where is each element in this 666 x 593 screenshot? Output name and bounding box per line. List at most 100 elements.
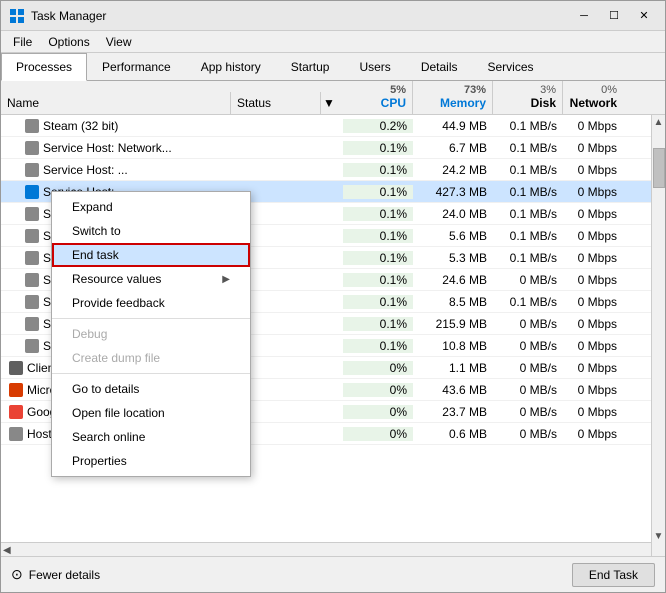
row-cpu: 0.1% bbox=[343, 207, 413, 221]
scrollbar-thumb[interactable] bbox=[653, 148, 665, 188]
row-network: 0 Mbps bbox=[563, 383, 623, 397]
row-disk: 0.1 MB/s bbox=[493, 185, 563, 199]
ctx-item-resource-values[interactable]: Resource values▶ bbox=[52, 267, 250, 291]
table-row[interactable]: Service Host: ... 0.1% 24.2 MB 0.1 MB/s … bbox=[1, 159, 665, 181]
ctx-item-open-file-location[interactable]: Open file location bbox=[52, 401, 250, 425]
row-memory: 23.7 MB bbox=[413, 405, 493, 419]
row-disk: 0.1 MB/s bbox=[493, 141, 563, 155]
table-row[interactable]: Steam (32 bit) 0.2% 44.9 MB 0.1 MB/s 0 M… bbox=[1, 115, 665, 137]
tab-app-history[interactable]: App history bbox=[186, 53, 276, 81]
row-cpu: 0% bbox=[343, 427, 413, 441]
col-header-memory[interactable]: 73% Memory bbox=[413, 81, 493, 114]
row-network: 0 Mbps bbox=[563, 317, 623, 331]
ctx-item-properties[interactable]: Properties bbox=[52, 449, 250, 473]
row-disk: 0.1 MB/s bbox=[493, 251, 563, 265]
row-memory: 427.3 MB bbox=[413, 185, 493, 199]
row-disk: 0.1 MB/s bbox=[493, 207, 563, 221]
row-memory: 10.8 MB bbox=[413, 339, 493, 353]
tab-processes[interactable]: Processes bbox=[1, 53, 87, 81]
close-button[interactable]: ✕ bbox=[631, 6, 657, 26]
table-row[interactable]: Service Host: Network... 0.1% 6.7 MB 0.1… bbox=[1, 137, 665, 159]
row-memory: 24.0 MB bbox=[413, 207, 493, 221]
menu-view[interactable]: View bbox=[98, 33, 140, 51]
row-cpu: 0.2% bbox=[343, 119, 413, 133]
menu-bar: File Options View bbox=[1, 31, 665, 53]
process-icon bbox=[25, 163, 39, 177]
vertical-scrollbar[interactable]: ▲ ▼ bbox=[651, 115, 665, 556]
row-disk: 0 MB/s bbox=[493, 273, 563, 287]
tab-startup[interactable]: Startup bbox=[276, 53, 345, 81]
process-icon bbox=[25, 273, 39, 287]
row-memory: 8.5 MB bbox=[413, 295, 493, 309]
row-memory: 6.7 MB bbox=[413, 141, 493, 155]
tab-details[interactable]: Details bbox=[406, 53, 473, 81]
row-cpu: 0.1% bbox=[343, 229, 413, 243]
process-icon bbox=[25, 185, 39, 199]
menu-file[interactable]: File bbox=[5, 33, 40, 51]
col-header-cpu[interactable]: 5% CPU bbox=[343, 81, 413, 114]
ctx-item-debug: Debug bbox=[52, 322, 250, 346]
ctx-item-go-to-details[interactable]: Go to details bbox=[52, 377, 250, 401]
ctx-item-expand[interactable]: Expand bbox=[52, 195, 250, 219]
end-task-button[interactable]: End Task bbox=[572, 563, 655, 587]
minimize-button[interactable]: ─ bbox=[571, 6, 597, 26]
ctx-item-provide-feedback[interactable]: Provide feedback bbox=[52, 291, 250, 315]
app-icon bbox=[9, 8, 25, 24]
process-icon bbox=[25, 141, 39, 155]
process-icon bbox=[25, 251, 39, 265]
tabs-bar: Processes Performance App history Startu… bbox=[1, 53, 665, 81]
row-cpu: 0.1% bbox=[343, 273, 413, 287]
row-cpu: 0.1% bbox=[343, 185, 413, 199]
row-memory: 24.2 MB bbox=[413, 163, 493, 177]
ctx-item-switch-to[interactable]: Switch to bbox=[52, 219, 250, 243]
row-memory: 5.6 MB bbox=[413, 229, 493, 243]
ctx-item-end-task[interactable]: End task bbox=[52, 243, 250, 267]
tab-services[interactable]: Services bbox=[473, 53, 549, 81]
row-cpu: 0% bbox=[343, 361, 413, 375]
process-icon bbox=[25, 229, 39, 243]
fewer-details-icon: ⊙ bbox=[11, 566, 23, 583]
row-name: Service Host: Network... bbox=[1, 141, 231, 155]
row-cpu: 0.1% bbox=[343, 295, 413, 309]
horizontal-scrollbar[interactable]: ◀ bbox=[1, 542, 651, 556]
row-network: 0 Mbps bbox=[563, 339, 623, 353]
row-network: 0 Mbps bbox=[563, 427, 623, 441]
ctx-separator bbox=[52, 318, 250, 319]
submenu-arrow-icon: ▶ bbox=[222, 274, 230, 285]
process-icon bbox=[9, 427, 23, 441]
row-network: 0 Mbps bbox=[563, 405, 623, 419]
process-icon bbox=[9, 383, 23, 397]
col-header-network[interactable]: 0% Network bbox=[563, 81, 623, 114]
col-header-status[interactable]: Status bbox=[231, 92, 321, 114]
row-network: 0 Mbps bbox=[563, 361, 623, 375]
maximize-button[interactable]: ☐ bbox=[601, 6, 627, 26]
row-disk: 0 MB/s bbox=[493, 317, 563, 331]
window-controls: ─ ☐ ✕ bbox=[571, 6, 657, 26]
ctx-separator bbox=[52, 373, 250, 374]
row-name: Steam (32 bit) bbox=[1, 119, 231, 133]
row-network: 0 Mbps bbox=[563, 119, 623, 133]
row-cpu: 0.1% bbox=[343, 339, 413, 353]
ctx-item-search-online[interactable]: Search online bbox=[52, 425, 250, 449]
col-header-disk[interactable]: 3% Disk bbox=[493, 81, 563, 114]
tab-performance[interactable]: Performance bbox=[87, 53, 186, 81]
process-icon bbox=[9, 361, 23, 375]
title-bar-left: Task Manager bbox=[9, 8, 106, 24]
menu-options[interactable]: Options bbox=[40, 33, 97, 51]
tab-users[interactable]: Users bbox=[344, 53, 405, 81]
row-cpu: 0.1% bbox=[343, 317, 413, 331]
row-memory: 215.9 MB bbox=[413, 317, 493, 331]
row-memory: 43.6 MB bbox=[413, 383, 493, 397]
task-manager-window: Task Manager ─ ☐ ✕ File Options View Pro… bbox=[0, 0, 666, 593]
ctx-item-create-dump-file: Create dump file bbox=[52, 346, 250, 370]
row-network: 0 Mbps bbox=[563, 185, 623, 199]
row-memory: 1.1 MB bbox=[413, 361, 493, 375]
row-cpu: 0% bbox=[343, 405, 413, 419]
row-cpu: 0.1% bbox=[343, 141, 413, 155]
row-disk: 0 MB/s bbox=[493, 405, 563, 419]
title-bar: Task Manager ─ ☐ ✕ bbox=[1, 1, 665, 31]
fewer-details-button[interactable]: ⊙ Fewer details bbox=[11, 566, 100, 583]
context-menu: ExpandSwitch toEnd taskResource values▶P… bbox=[51, 191, 251, 477]
content-area: Name Status ▼ 5% CPU 73% Memory 3% bbox=[1, 81, 665, 556]
col-header-name[interactable]: Name bbox=[1, 92, 231, 114]
